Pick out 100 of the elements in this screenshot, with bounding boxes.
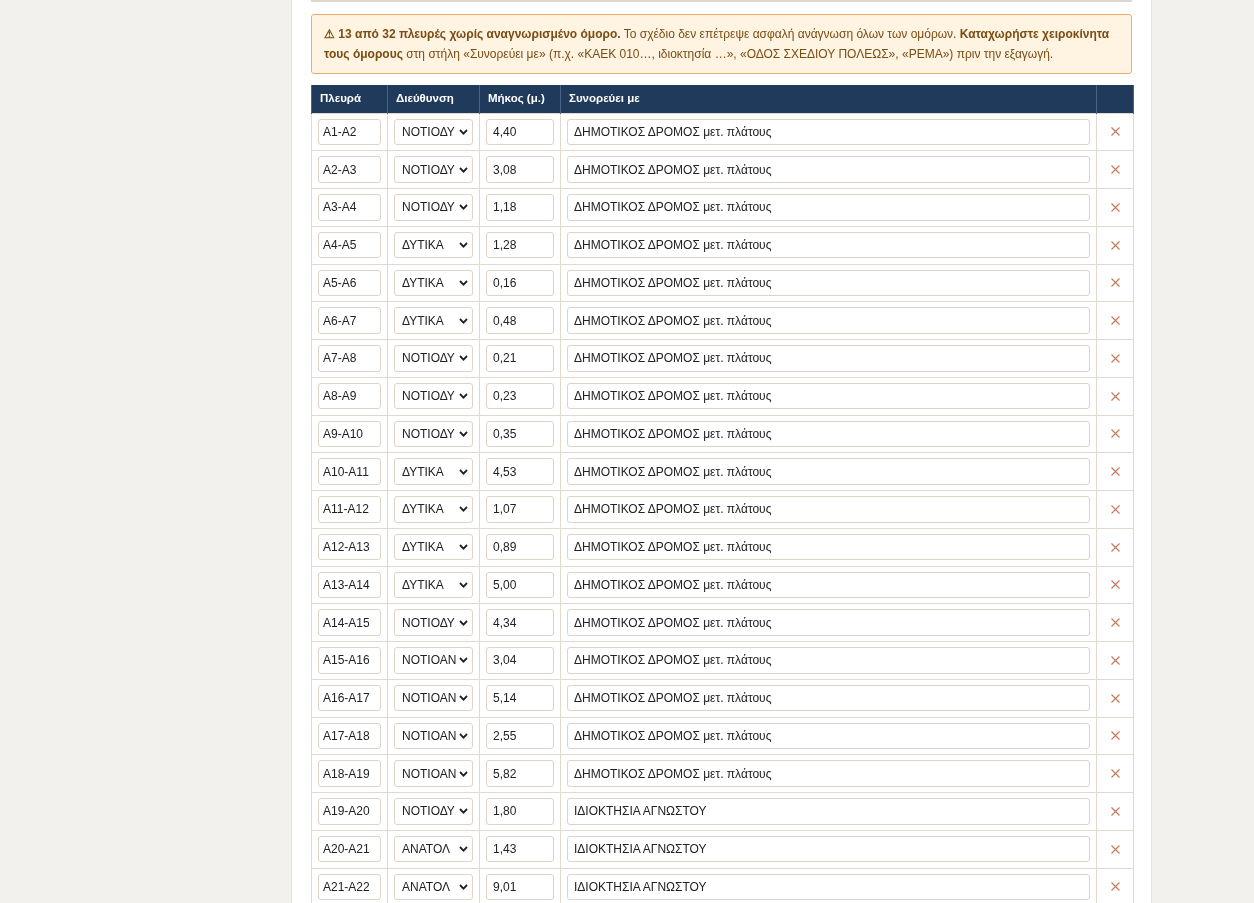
direction-select[interactable]: ΝΟΤΙΟΔΥ — [394, 345, 473, 372]
length-field[interactable]: 1,28 — [486, 231, 554, 259]
direction-select[interactable]: ΑΝΑΤΟΛ — [394, 835, 473, 863]
direction-select[interactable]: ΔΥΤΙΚΑ — [394, 458, 473, 485]
neighbor-field[interactable]: ΔΗΜΟΤΙΚΟΣ ΔΡΟΜΟΣ μετ. πλάτους — [567, 533, 1090, 561]
length-field[interactable]: 9,01 — [486, 873, 554, 901]
edge-field[interactable]: Α13-Α14 — [318, 571, 381, 599]
length-field[interactable]: 2,55 — [486, 722, 554, 750]
edge-field[interactable]: Α7-Α8 — [318, 345, 381, 372]
neighbor-field[interactable]: ΔΗΜΟΤΙΚΟΣ ΔΡΟΜΟΣ μετ. πλάτους — [567, 269, 1090, 297]
neighbor-field[interactable]: ΔΗΜΟΤΙΚΟΣ ΔΡΟΜΟΣ μετ. πλάτους — [567, 118, 1090, 146]
length-field[interactable]: 4,40 — [486, 118, 554, 146]
neighbor-field[interactable]: ΔΗΜΟΤΙΚΟΣ ΔΡΟΜΟΣ μετ. πλάτους — [567, 420, 1090, 448]
direction-select[interactable]: ΝΟΤΙΟΔΥ — [394, 420, 473, 448]
length-field[interactable]: 1,07 — [486, 496, 554, 523]
edge-field[interactable]: Α14-Α15 — [318, 609, 381, 636]
edge-field[interactable]: Α11-Α12 — [318, 496, 381, 523]
neighbor-field[interactable]: ΔΗΜΟΤΙΚΟΣ ΔΡΟΜΟΣ μετ. πλάτους — [567, 458, 1090, 485]
direction-select[interactable]: ΝΟΤΙΟΑΝ — [394, 760, 473, 787]
close-icon[interactable] — [1110, 542, 1120, 552]
direction-select[interactable]: ΔΥΤΙΚΑ — [394, 269, 473, 297]
length-field[interactable]: 5,00 — [486, 571, 554, 599]
close-icon[interactable] — [1110, 127, 1120, 137]
close-icon[interactable] — [1110, 693, 1120, 703]
close-icon[interactable] — [1110, 429, 1120, 439]
direction-select[interactable]: ΔΥΤΙΚΑ — [394, 571, 473, 599]
length-field[interactable]: 0,35 — [486, 420, 554, 448]
length-field[interactable]: 5,82 — [486, 760, 554, 787]
neighbor-field[interactable]: ΔΗΜΟΤΙΚΟΣ ΔΡΟΜΟΣ μετ. πλάτους — [567, 345, 1090, 372]
length-field[interactable]: 0,21 — [486, 345, 554, 372]
neighbor-field[interactable]: ΙΔΙΟΚΤΗΣΙΑ ΑΓΝΩΣΤΟΥ — [567, 798, 1090, 825]
neighbor-field[interactable]: ΔΗΜΟΤΙΚΟΣ ΔΡΟΜΟΣ μετ. πλάτους — [567, 496, 1090, 523]
close-icon[interactable] — [1110, 655, 1120, 665]
length-field[interactable]: 0,48 — [486, 307, 554, 334]
edge-field[interactable]: Α19-Α20 — [318, 798, 381, 825]
neighbor-field[interactable]: ΔΗΜΟΤΙΚΟΣ ΔΡΟΜΟΣ μετ. πλάτους — [567, 760, 1090, 787]
direction-select[interactable]: ΝΟΤΙΟΑΝ — [394, 684, 473, 712]
direction-select[interactable]: ΔΥΤΙΚΑ — [394, 231, 473, 259]
edge-field[interactable]: Α1-Α2 — [318, 118, 381, 146]
edge-field[interactable]: Α12-Α13 — [318, 533, 381, 561]
direction-select[interactable]: ΝΟΤΙΟΔΥ — [394, 382, 473, 410]
direction-select[interactable]: ΔΥΤΙΚΑ — [394, 496, 473, 523]
close-icon[interactable] — [1110, 882, 1120, 892]
neighbor-field[interactable]: ΔΗΜΟΤΙΚΟΣ ΔΡΟΜΟΣ μετ. πλάτους — [567, 722, 1090, 750]
edge-field[interactable]: Α20-Α21 — [318, 835, 381, 863]
edge-field[interactable]: Α17-Α18 — [318, 722, 381, 750]
length-field[interactable]: 0,89 — [486, 533, 554, 561]
direction-select[interactable]: ΝΟΤΙΟΔΥ — [394, 798, 473, 825]
close-icon[interactable] — [1110, 278, 1120, 288]
close-icon[interactable] — [1110, 844, 1120, 854]
close-icon[interactable] — [1110, 580, 1120, 590]
close-icon[interactable] — [1110, 731, 1120, 741]
close-icon[interactable] — [1110, 806, 1120, 816]
edge-field[interactable]: Α6-Α7 — [318, 307, 381, 334]
edge-field[interactable]: Α21-Α22 — [318, 873, 381, 901]
close-icon[interactable] — [1110, 240, 1120, 250]
edge-field[interactable]: Α10-Α11 — [318, 458, 381, 485]
close-icon[interactable] — [1110, 467, 1120, 477]
close-icon[interactable] — [1110, 202, 1120, 212]
edge-field[interactable]: Α9-Α10 — [318, 420, 381, 448]
length-field[interactable]: 1,43 — [486, 835, 554, 863]
length-field[interactable]: 4,34 — [486, 609, 554, 636]
direction-select[interactable]: ΝΟΤΙΟΑΝ — [394, 722, 473, 750]
length-field[interactable]: 5,14 — [486, 684, 554, 712]
length-field[interactable]: 0,16 — [486, 269, 554, 297]
edge-field[interactable]: Α16-Α17 — [318, 684, 381, 712]
length-field[interactable]: 4,53 — [486, 458, 554, 485]
neighbor-field[interactable]: ΙΔΙΟΚΤΗΣΙΑ ΑΓΝΩΣΤΟΥ — [567, 835, 1090, 863]
close-icon[interactable] — [1110, 618, 1120, 628]
length-field[interactable]: 3,08 — [486, 156, 554, 183]
edge-field[interactable]: Α2-Α3 — [318, 156, 381, 183]
neighbor-field[interactable]: ΔΗΜΟΤΙΚΟΣ ΔΡΟΜΟΣ μετ. πλάτους — [567, 609, 1090, 636]
close-icon[interactable] — [1110, 165, 1120, 175]
neighbor-field[interactable]: ΔΗΜΟΤΙΚΟΣ ΔΡΟΜΟΣ μετ. πλάτους — [567, 684, 1090, 712]
length-field[interactable]: 0,23 — [486, 382, 554, 410]
close-icon[interactable] — [1110, 391, 1120, 401]
neighbor-field[interactable]: ΔΗΜΟΤΙΚΟΣ ΔΡΟΜΟΣ μετ. πλάτους — [567, 194, 1090, 221]
length-field[interactable]: 1,18 — [486, 194, 554, 221]
close-icon[interactable] — [1110, 353, 1120, 363]
direction-select[interactable]: ΝΟΤΙΟΔΥ — [394, 156, 473, 183]
neighbor-field[interactable]: ΙΔΙΟΚΤΗΣΙΑ ΑΓΝΩΣΤΟΥ — [567, 873, 1090, 901]
close-icon[interactable] — [1110, 504, 1120, 514]
neighbor-field[interactable]: ΔΗΜΟΤΙΚΟΣ ΔΡΟΜΟΣ μετ. πλάτους — [567, 156, 1090, 183]
close-icon[interactable] — [1110, 316, 1120, 326]
edge-field[interactable]: Α4-Α5 — [318, 231, 381, 259]
neighbor-field[interactable]: ΔΗΜΟΤΙΚΟΣ ΔΡΟΜΟΣ μετ. πλάτους — [567, 231, 1090, 259]
edge-field[interactable]: Α8-Α9 — [318, 382, 381, 410]
length-field[interactable]: 3,04 — [486, 647, 554, 674]
direction-select[interactable]: ΝΟΤΙΟΔΥ — [394, 194, 473, 221]
neighbor-field[interactable]: ΔΗΜΟΤΙΚΟΣ ΔΡΟΜΟΣ μετ. πλάτους — [567, 571, 1090, 599]
neighbor-field[interactable]: ΔΗΜΟΤΙΚΟΣ ΔΡΟΜΟΣ μετ. πλάτους — [567, 382, 1090, 410]
edge-field[interactable]: Α5-Α6 — [318, 269, 381, 297]
close-icon[interactable] — [1110, 769, 1120, 779]
edge-field[interactable]: Α15-Α16 — [318, 647, 381, 674]
direction-select[interactable]: ΔΥΤΙΚΑ — [394, 307, 473, 334]
direction-select[interactable]: ΝΟΤΙΟΑΝ — [394, 647, 473, 674]
neighbor-field[interactable]: ΔΗΜΟΤΙΚΟΣ ΔΡΟΜΟΣ μετ. πλάτους — [567, 647, 1090, 674]
direction-select[interactable]: ΑΝΑΤΟΛ — [394, 873, 473, 901]
edge-field[interactable]: Α18-Α19 — [318, 760, 381, 787]
neighbor-field[interactable]: ΔΗΜΟΤΙΚΟΣ ΔΡΟΜΟΣ μετ. πλάτους — [567, 307, 1090, 334]
